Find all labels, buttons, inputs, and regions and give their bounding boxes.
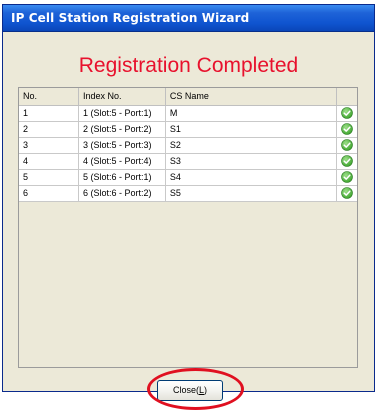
registration-table: No. Index No. CS Name 11 (Slot:5 - Port:…: [19, 88, 357, 202]
cell-no: 3: [19, 136, 79, 154]
check-icon: [341, 123, 353, 135]
check-icon: [341, 139, 353, 151]
page-title: Registration Completed: [78, 54, 299, 77]
window-title: IP Cell Station Registration Wizard: [11, 11, 250, 25]
table-body: 11 (Slot:5 - Port:1) M 2 2 (Slot:5 - Port:2…: [19, 104, 357, 202]
check-icon: [341, 171, 353, 183]
cell-status: [335, 168, 357, 186]
close-button-label-end: ): [204, 385, 208, 395]
table-row[interactable]: 44 (Slot:5 - Port:4) S3: [19, 152, 357, 170]
cell-index-no: 5 (Slot:6 - Port:1): [77, 168, 166, 186]
check-icon: [341, 155, 353, 167]
cell-no: 2: [19, 120, 79, 138]
column-header-index[interactable]: Index No.: [77, 88, 166, 106]
cell-status: [335, 136, 357, 154]
wizard-client-area: Registration Completed No. Index No. CS …: [6, 32, 371, 410]
table-row[interactable]: 33 (Slot:5 - Port:3) S2: [19, 136, 357, 154]
table-row[interactable]: 11 (Slot:5 - Port:1) M: [19, 104, 357, 122]
registration-list-panel: No. Index No. CS Name 11 (Slot:5 - Port:…: [18, 87, 358, 368]
wizard-window: IP Cell Station Registration Wizard Regi…: [2, 4, 375, 410]
cell-no: 5: [19, 168, 79, 186]
cell-cs-name: S5: [164, 184, 337, 202]
cell-status: [335, 152, 357, 170]
cell-no: 1: [19, 104, 79, 122]
cell-index-no: 3 (Slot:5 - Port:3): [77, 136, 166, 154]
cell-cs-name: S4: [164, 168, 337, 186]
cell-status: [335, 104, 357, 122]
cell-status: [335, 184, 357, 202]
cell-cs-name: M: [164, 104, 337, 122]
table-row[interactable]: 66 (Slot:6 - Port:2) S5: [19, 184, 357, 202]
check-icon: [341, 187, 353, 199]
column-header-cs-name[interactable]: CS Name: [164, 88, 337, 106]
cell-index-no: 4 (Slot:5 - Port:4): [77, 152, 166, 170]
cell-index-no: 2 (Slot:5 - Port:2): [77, 120, 166, 138]
table-row[interactable]: 55 (Slot:6 - Port:1) S4: [19, 168, 357, 186]
cell-cs-name: S2: [164, 136, 337, 154]
cell-cs-name: S1: [164, 120, 337, 138]
close-button[interactable]: Close(L): [157, 380, 223, 401]
column-header-status[interactable]: [335, 88, 357, 106]
cell-no: 4: [19, 152, 79, 170]
cell-cs-name: S3: [164, 152, 337, 170]
check-icon: [341, 107, 353, 119]
cell-index-no: 6 (Slot:6 - Port:2): [77, 184, 166, 202]
table-row[interactable]: 22 (Slot:5 - Port:2) S1: [19, 120, 357, 138]
table-header-row: No. Index No. CS Name: [19, 88, 357, 106]
column-header-no[interactable]: No.: [19, 88, 79, 106]
close-button-label: Close(: [172, 385, 199, 395]
title-bar: IP Cell Station Registration Wizard: [3, 5, 374, 32]
cell-status: [335, 120, 357, 138]
cell-no: 6: [19, 184, 79, 202]
cell-index-no: 1 (Slot:5 - Port:1): [77, 104, 166, 122]
